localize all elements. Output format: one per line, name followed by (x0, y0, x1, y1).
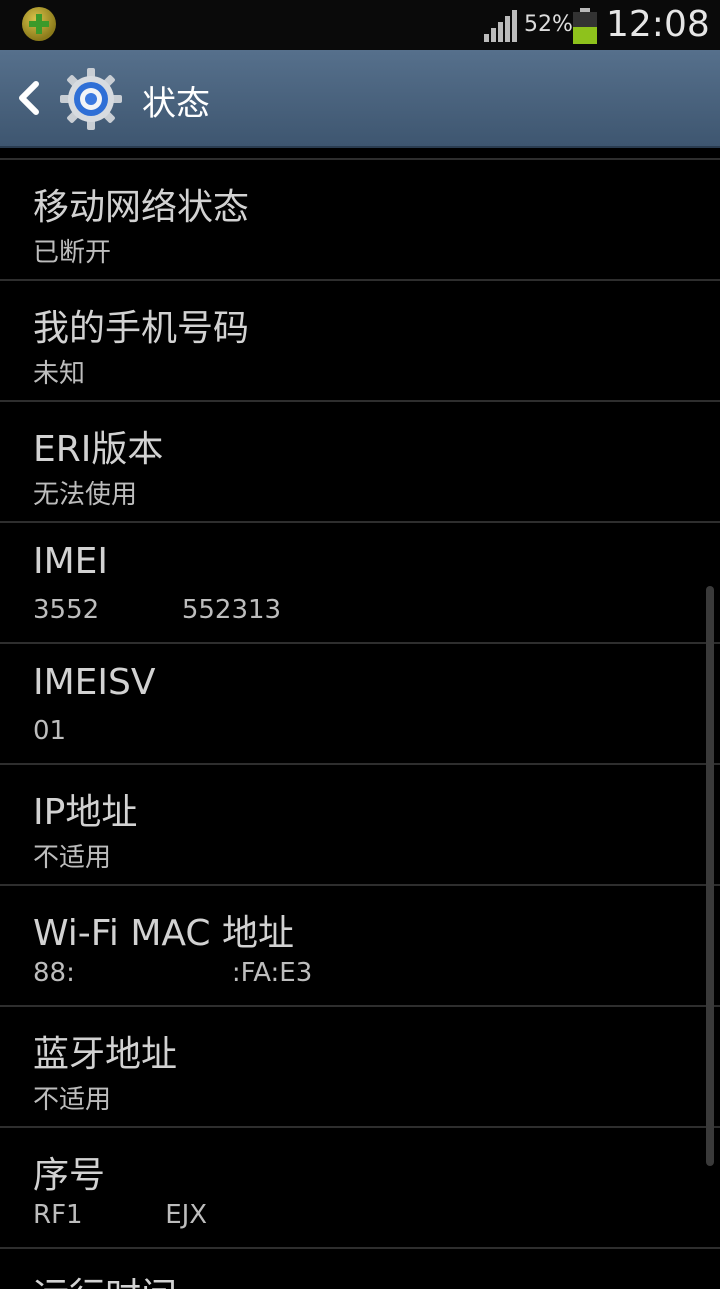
item-value: 01 (33, 716, 67, 746)
clock: 12:08 (606, 4, 710, 45)
item-title: 我的手机号码 (33, 308, 250, 349)
list-item-mobile-network-status[interactable]: 移动网络状态 已断开 (0, 160, 720, 281)
item-value: RF1 EJX (33, 1200, 208, 1230)
item-value: 已断开 (33, 238, 112, 268)
action-bar: 状态 (0, 50, 720, 148)
app-notification-icon (22, 7, 56, 41)
status-list[interactable]: 移动网络状态 已断开 我的手机号码 未知 ERI版本 无法使用 IMEI 355… (0, 158, 720, 1289)
item-title: IMEISV (33, 662, 156, 703)
item-title: 运行时间 (33, 1267, 177, 1289)
list-item-ip-address[interactable]: IP地址 不适用 (0, 765, 720, 886)
item-title: 蓝牙地址 (33, 1034, 178, 1075)
list-item-serial-number[interactable]: 序号 RF1 EJX (0, 1128, 720, 1249)
item-value: 无法使用 (33, 480, 138, 510)
item-value: 不适用 (33, 1085, 112, 1115)
battery-percent: 52% (524, 12, 573, 37)
list-item-my-phone-number[interactable]: 我的手机号码 未知 (0, 281, 720, 402)
item-value: 88: :FA:E3 (33, 958, 313, 988)
scrollbar[interactable] (706, 586, 714, 1166)
item-value: 未知 (33, 359, 86, 389)
list-item-bluetooth-address[interactable]: 蓝牙地址 不适用 (0, 1007, 720, 1128)
item-title: Wi-Fi MAC 地址 (33, 913, 294, 954)
list-item-wifi-mac-address[interactable]: Wi-Fi MAC 地址 88: :FA:E3 (0, 886, 720, 1007)
page-title: 状态 (142, 84, 210, 124)
item-title: IP地址 (33, 792, 138, 833)
signal-icon (484, 10, 517, 42)
battery-icon (573, 8, 597, 44)
item-title: ERI版本 (33, 429, 164, 470)
list-item-imeisv[interactable]: IMEISV 01 (0, 644, 720, 765)
item-title: 序号 (33, 1155, 106, 1196)
list-item-eri-version[interactable]: ERI版本 无法使用 (0, 402, 720, 523)
item-title: IMEI (33, 541, 109, 582)
status-bar: 52% 12:08 (0, 0, 720, 50)
item-title: 移动网络状态 (33, 187, 250, 228)
list-item-imei[interactable]: IMEI 3552 552313 (0, 523, 720, 644)
list-item-uptime[interactable]: 运行时间 (0, 1249, 720, 1289)
item-value: 3552 552313 (33, 595, 282, 625)
item-value: 不适用 (33, 843, 112, 873)
back-chevron-icon[interactable] (14, 80, 42, 116)
settings-gear-icon[interactable] (58, 66, 124, 132)
